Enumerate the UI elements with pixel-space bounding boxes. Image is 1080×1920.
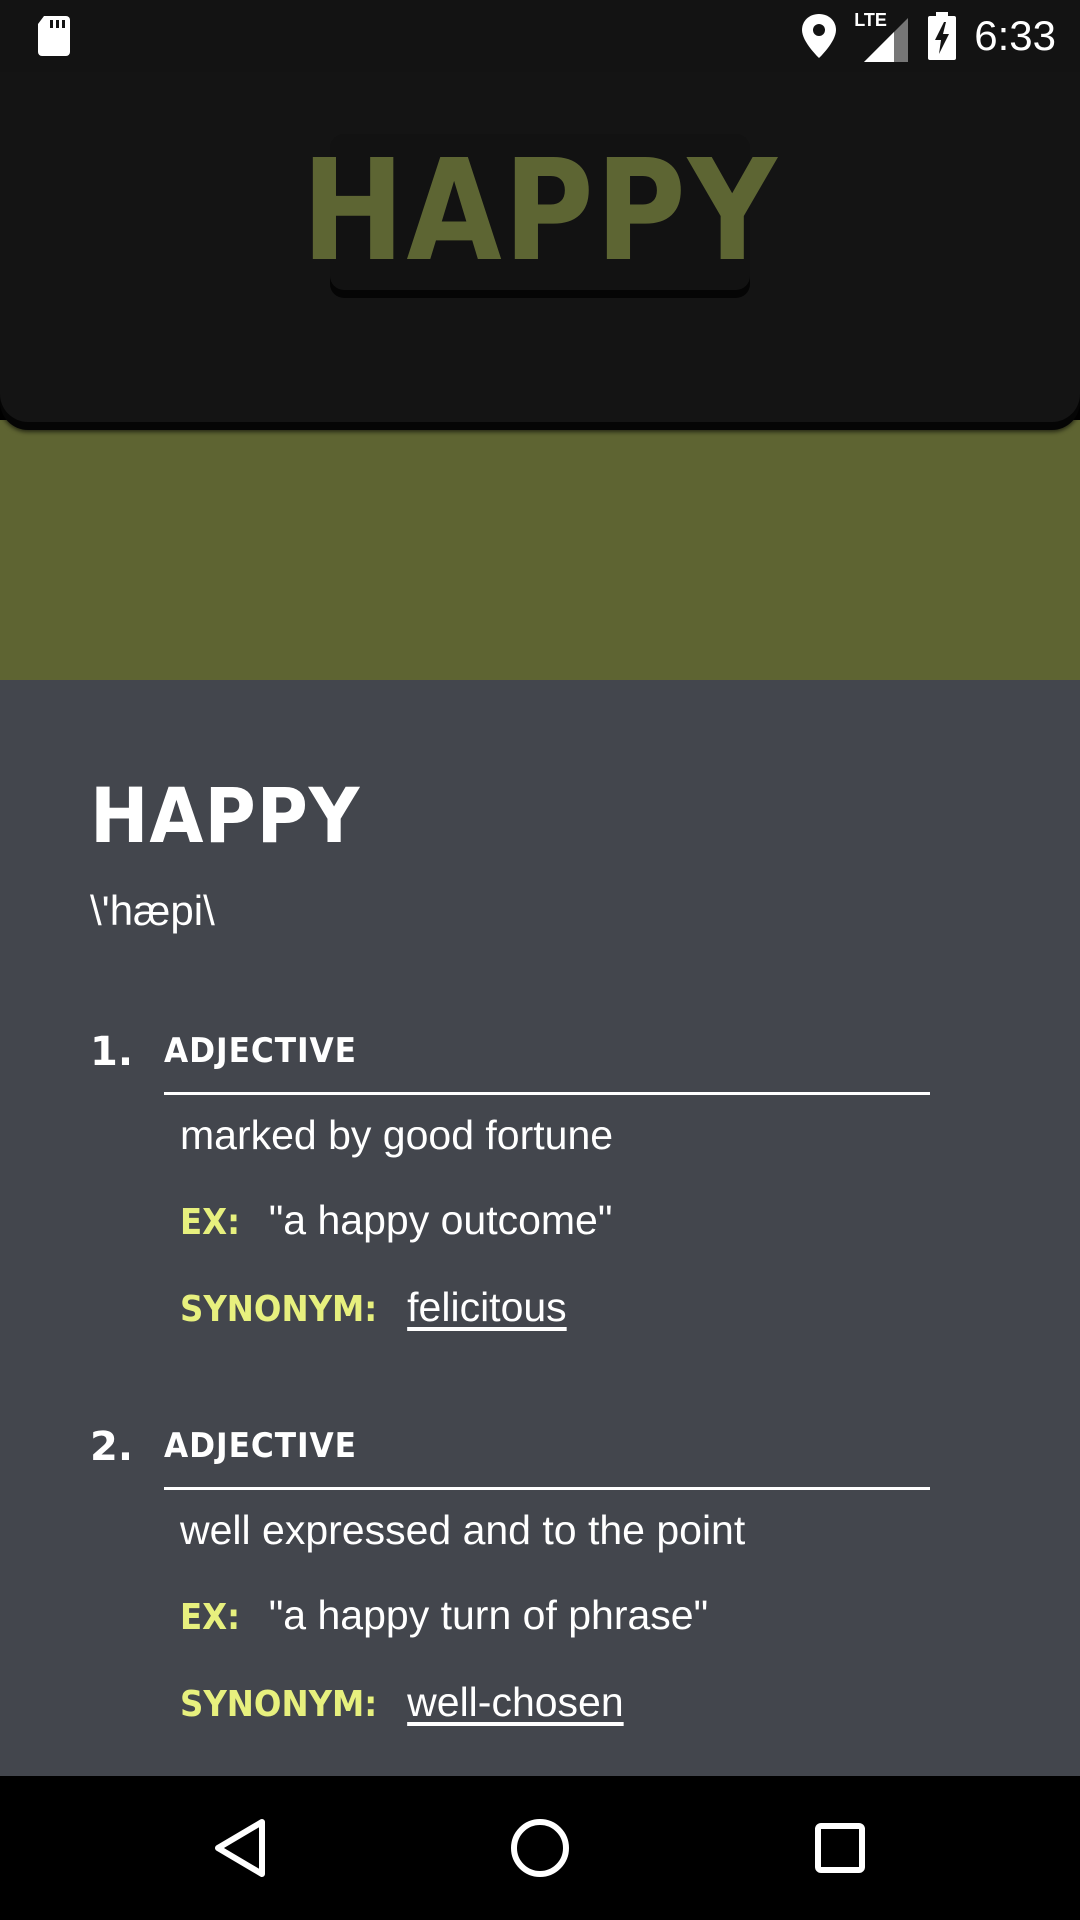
example-text: "a happy outcome" [268, 1197, 613, 1243]
status-bar: LTE 6:33 [0, 0, 1080, 72]
recents-button[interactable] [800, 1808, 880, 1888]
back-triangle-icon [215, 1819, 265, 1877]
app-header: HAPPY [0, 72, 1080, 422]
sense-number: 2. [90, 1424, 134, 1470]
back-button[interactable] [200, 1808, 280, 1888]
example-text: "a happy turn of phrase" [268, 1592, 709, 1638]
lte-signal-icon: LTE [854, 10, 910, 62]
synonym-link[interactable]: well-chosen [407, 1679, 624, 1726]
home-circle-icon [511, 1819, 569, 1877]
definition-text: well expressed and to the point [180, 1507, 746, 1553]
synonym-label: SYNONYM: [180, 1684, 378, 1725]
clock: 6:33 [974, 12, 1056, 59]
accent-band [0, 420, 1080, 680]
battery-charging-icon [928, 12, 957, 60]
home-button[interactable] [500, 1808, 580, 1888]
example-row: EX: "a happy turn of phrase" [180, 1592, 708, 1639]
screen: LTE 6:33 HAPPY HAPPY \'hæpi\ 1. ADJECTIV… [0, 0, 1080, 1920]
sense-number: 1. [90, 1029, 134, 1075]
status-icons: LTE 6:33 [802, 10, 1056, 62]
synonym-label: SYNONYM: [180, 1289, 378, 1330]
example-row: EX: "a happy outcome" [180, 1197, 612, 1244]
logo-badge: HAPPY [301, 134, 777, 290]
navigation-bar [0, 1776, 1080, 1920]
logo-text: HAPPY [301, 130, 779, 293]
sd-card-icon [38, 16, 70, 56]
recents-square-icon [815, 1823, 865, 1873]
example-label: EX: [180, 1597, 241, 1638]
divider [164, 1487, 930, 1490]
sense-2: 2. ADJECTIVE well expressed and to the p… [90, 1424, 930, 1744]
definition-panel: HAPPY \'hæpi\ 1. ADJECTIVE marked by goo… [0, 679, 1080, 1776]
part-of-speech: ADJECTIVE [164, 1426, 357, 1466]
synonym-row: SYNONYM: well-chosen [180, 1679, 624, 1726]
word-title: HAPPY [90, 771, 361, 860]
synonym-link[interactable]: felicitous [407, 1284, 567, 1331]
sense-1: 1. ADJECTIVE marked by good fortune EX: … [90, 1029, 930, 1349]
example-label: EX: [180, 1202, 241, 1243]
definition-text: marked by good fortune [180, 1112, 614, 1158]
synonym-row: SYNONYM: felicitous [180, 1284, 567, 1331]
divider [164, 1092, 930, 1095]
part-of-speech: ADJECTIVE [164, 1031, 357, 1071]
pronunciation: \'hæpi\ [90, 887, 215, 934]
location-icon [802, 14, 837, 58]
